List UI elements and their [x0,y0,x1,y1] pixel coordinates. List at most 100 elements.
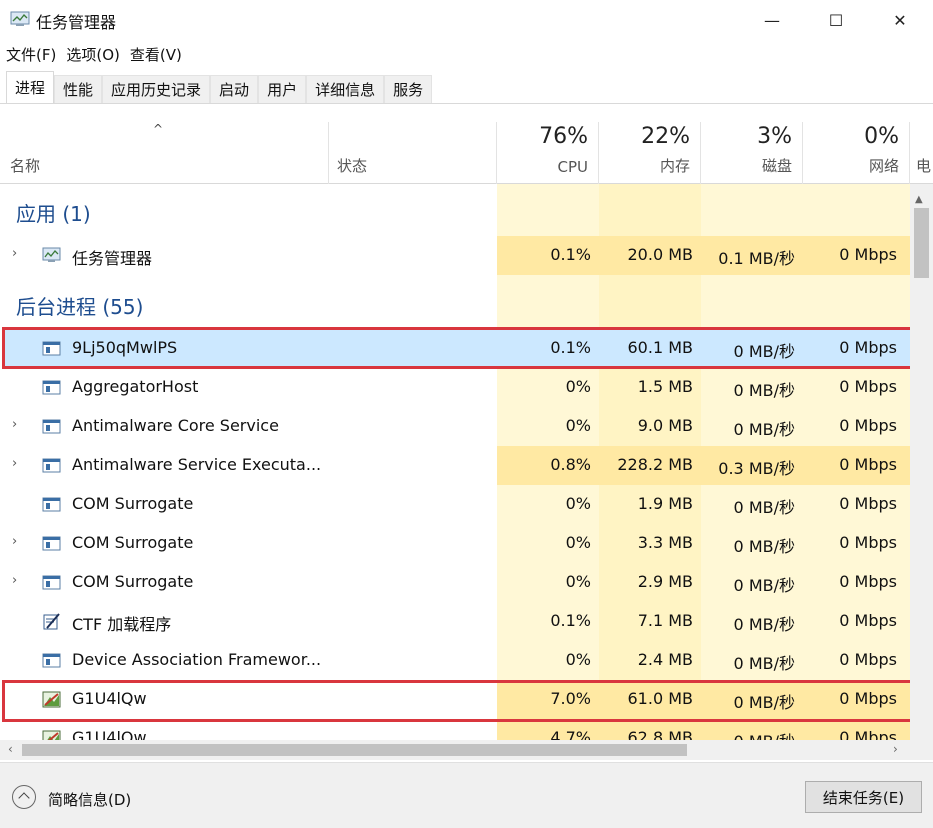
column-status-label: 状态 [337,157,368,175]
disk-value: 0 MB/秒 [733,420,795,439]
column-memory[interactable]: 22% 内存 [599,122,701,184]
column-network-label: 网络 [868,157,899,175]
highlight-box [2,680,913,722]
horizontal-scrollbar[interactable]: ‹ › [0,740,910,760]
memory-value: 20.0 MB [627,245,694,264]
tab-users[interactable]: 用户 [258,75,307,103]
highlight-box [2,327,913,369]
memory-value: 1.5 MB [637,377,693,396]
process-name: Device Association Framewor... [72,650,322,669]
table-row[interactable]: › Antimalware Service Executa... 0.8% 22… [0,446,910,485]
expand-chevron-icon[interactable]: › [12,534,17,549]
footer: 简略信息(D) 结束任务(E) [0,762,933,828]
table-row[interactable]: › Antimalware Core Service 0% 9.0 MB 0 M… [0,407,910,446]
process-list: 应用 (1) › 任务管理器 0.1% 20.0 MB 0.1 MB/秒 0 M… [0,184,910,740]
task-manager-icon [42,247,61,262]
menu-view[interactable]: 查看(V) [130,44,182,65]
process-name: AggregatorHost [72,377,199,396]
tab-services[interactable]: 服务 [384,75,433,103]
scroll-left-icon[interactable]: ‹ [8,742,13,756]
vertical-scrollbar[interactable]: ▲ [910,184,933,740]
window-app-icon [42,458,61,473]
column-cpu[interactable]: 76% CPU [497,122,599,184]
expand-chevron-icon[interactable]: › [12,456,17,471]
end-task-button[interactable]: 结束任务(E) [805,781,922,813]
network-value: 0 Mbps [839,245,897,264]
menu-options[interactable]: 选项(O) [66,44,120,65]
menu-bar: 文件(F) 选项(O) 查看(V) [0,40,933,68]
network-value: 0 Mbps [839,650,897,669]
expand-chevron-icon[interactable]: › [12,246,17,261]
tab-startup[interactable]: 启动 [210,75,259,103]
window-app-icon [42,380,61,395]
disk-value: 0 MB/秒 [733,576,795,595]
tab-processes[interactable]: 进程 [6,71,55,103]
cpu-value: 0% [565,377,591,396]
disk-value: 0.1 MB/秒 [718,249,795,268]
scroll-right-icon[interactable]: › [893,742,898,756]
disk-value: 0 MB/秒 [701,728,795,740]
tab-details[interactable]: 详细信息 [306,75,385,103]
close-button[interactable]: ✕ [870,0,930,40]
cpu-value: 0.8% [550,455,591,474]
menu-file[interactable]: 文件(F) [6,44,56,65]
expand-chevron-icon[interactable]: › [12,573,17,588]
disk-value: 0 MB/秒 [733,615,795,634]
process-name: COM Surrogate [72,533,194,552]
horizontal-scroll-thumb[interactable] [22,744,687,756]
image-app-icon [42,730,61,740]
vertical-scroll-thumb[interactable] [914,208,929,278]
process-name: COM Surrogate [72,572,194,591]
column-memory-label: 内存 [659,157,690,175]
network-value: 0 Mbps [839,455,897,474]
table-row[interactable]: › COM Surrogate 0% 2.9 MB 0 MB/秒 0 Mbps [0,563,910,602]
table-row[interactable]: CTF 加载程序 0.1% 7.1 MB 0 MB/秒 0 Mbps [0,602,910,641]
column-power[interactable]: 电 [910,122,933,184]
column-name[interactable]: ^ 名称 [0,122,329,184]
cpu-value: 4.7% [550,728,591,740]
task-manager-icon [10,11,30,26]
column-disk[interactable]: 3% 磁盘 [701,122,803,184]
group-background: 后台进程 (55) [0,277,910,325]
process-name: Antimalware Service Executa... [72,455,322,474]
memory-value: 3.3 MB [637,533,693,552]
window-title: 任务管理器 [36,13,117,32]
window-app-icon [42,497,61,512]
network-value: 0 Mbps [839,416,897,435]
network-value: 0 Mbps [839,494,897,513]
table-row[interactable]: COM Surrogate 0% 1.9 MB 0 MB/秒 0 Mbps [0,485,910,524]
network-value: 0 Mbps [839,533,897,552]
network-total-percent: 0% [864,124,899,149]
column-cpu-label: CPU [557,158,589,176]
process-name: COM Surrogate [72,494,194,513]
cpu-value: 0% [565,572,591,591]
pen-notepad-icon [43,613,60,630]
table-row[interactable]: › COM Surrogate 0% 3.3 MB 0 MB/秒 0 Mbps [0,524,910,563]
maximize-button[interactable]: ☐ [806,0,866,40]
column-network[interactable]: 0% 网络 [803,122,910,184]
scrollbar-corner [910,740,933,760]
column-status[interactable]: 状态 [329,122,497,184]
brief-info-link[interactable]: 简略信息(D) [48,789,131,810]
table-row[interactable]: › 任务管理器 0.1% 20.0 MB 0.1 MB/秒 0 Mbps [0,236,910,275]
group-background-label: 后台进程 (55) [16,295,144,319]
column-disk-label: 磁盘 [761,157,792,175]
column-power-label: 电 [916,157,932,175]
group-apps: 应用 (1) [0,184,910,232]
expand-chevron-icon[interactable]: › [12,417,17,432]
cpu-value: 0% [565,416,591,435]
scroll-up-icon[interactable]: ▲ [915,194,923,205]
table-row[interactable]: G1U4lQw 4.7% 62.8 MB 0 MB/秒 0 Mbps [0,719,910,740]
tab-app-history[interactable]: 应用历史记录 [102,75,211,103]
memory-value: 228.2 MB [617,455,693,474]
process-name: G1U4lQw [72,728,147,740]
title-bar: 任务管理器 — ☐ ✕ [0,0,933,40]
table-row[interactable]: Device Association Framewor... 0% 2.4 MB… [0,641,910,680]
tab-performance[interactable]: 性能 [54,75,103,103]
tab-bar: 进程 性能 应用历史记录 启动 用户 详细信息 服务 [0,71,933,104]
cpu-value: 0.1% [550,245,591,264]
minimize-button[interactable]: — [742,0,802,40]
window-app-icon [42,419,61,434]
collapse-up-icon[interactable] [12,785,36,809]
table-row[interactable]: AggregatorHost 0% 1.5 MB 0 MB/秒 0 Mbps [0,368,910,407]
